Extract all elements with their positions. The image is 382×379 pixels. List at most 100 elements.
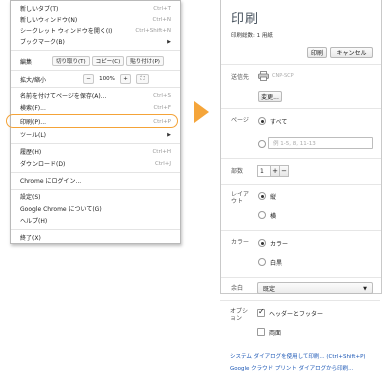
zoom-out-button[interactable]: − — [83, 74, 94, 84]
pages-all-label: すべて — [270, 119, 288, 126]
menu-item-exit[interactable]: 終了(X) — [11, 232, 180, 243]
menu-item-shortcut: Ctrl+N — [152, 16, 171, 23]
menu-item-incognito[interactable]: シークレット ウィンドウを開く(I) Ctrl+Shift+N — [11, 25, 180, 36]
cloud-print-link[interactable]: Google クラウド プリント ダイアログから印刷... — [230, 364, 353, 372]
cut-button[interactable]: 切り取り(T) — [52, 56, 90, 66]
menu-separator — [11, 50, 180, 51]
layout-portrait-radio[interactable] — [258, 192, 266, 200]
layout-landscape-radio[interactable] — [258, 211, 266, 219]
section-divider — [221, 108, 381, 109]
layout-landscape-label: 横 — [270, 213, 277, 220]
margins-select[interactable]: 既定 ▼ — [257, 282, 373, 294]
menu-item-about[interactable]: Google Chrome について(G) — [11, 203, 180, 214]
menu-item-label: 名前を付けてページを保存(A)... — [20, 93, 107, 100]
menu-edit-row: 編集 切り取り(T) コピー(C) 貼り付け(P) — [11, 54, 180, 68]
menu-item-label: Chrome にログイン... — [20, 178, 82, 185]
zoom-in-button[interactable]: + — [120, 74, 131, 84]
section-divider — [221, 230, 381, 231]
page-title: 印刷 — [231, 12, 260, 27]
copy-button[interactable]: コピー(C) — [91, 56, 125, 66]
pages-range-radio[interactable] — [258, 140, 266, 148]
menu-item-new-window[interactable]: 新しいウィンドウ(N) Ctrl+N — [11, 14, 180, 25]
color-label: カラー — [231, 239, 250, 246]
menu-item-tools[interactable]: ツール(L) ▶ — [11, 129, 180, 140]
printer-icon — [258, 71, 269, 81]
cancel-button[interactable]: キャンセル — [330, 47, 373, 58]
menu-item-new-tab[interactable]: 新しいタブ(T) Ctrl+T — [11, 3, 180, 14]
menu-item-shortcut: Ctrl+S — [153, 92, 171, 99]
destination-label: 送信先 — [231, 74, 250, 81]
change-destination-button[interactable]: 変更... — [258, 91, 282, 102]
section-divider — [221, 64, 381, 65]
menu-item-label: 新しいタブ(T) — [20, 6, 59, 13]
menu-item-label: ダウンロード(D) — [20, 161, 66, 168]
menu-item-label: ヘルプ(H) — [20, 218, 48, 225]
layout-portrait-label: 縦 — [270, 194, 277, 201]
menu-item-label: Google Chrome について(G) — [20, 206, 102, 213]
print-summary: 印刷総数: 1 用紙 — [231, 33, 273, 39]
menu-zoom-row: 拡大/縮小 − 100% + ⛶ — [11, 72, 180, 86]
menu-separator — [11, 189, 180, 190]
copies-increment-button[interactable]: + — [271, 165, 280, 177]
menu-separator — [11, 87, 180, 88]
zoom-label: 拡大/縮小 — [20, 76, 47, 84]
menu-item-label: 設定(S) — [20, 194, 41, 201]
chevron-down-icon: ▼ — [363, 286, 367, 292]
section-divider — [221, 277, 381, 278]
menu-item-label: 検索(F)... — [20, 105, 46, 112]
duplex-label: 両面 — [269, 330, 282, 337]
menu-separator — [11, 70, 180, 71]
pages-range-input[interactable]: 例 1-5, 8, 11-13 — [268, 137, 373, 149]
menu-item-settings[interactable]: 設定(S) — [11, 191, 180, 202]
menu-separator — [11, 143, 180, 144]
menu-item-label: ツール(L) — [20, 132, 47, 139]
menu-item-label: シークレット ウィンドウを開く(I) — [20, 28, 113, 35]
arrow-right-icon — [194, 101, 209, 123]
print-button[interactable]: 印刷 — [307, 47, 327, 58]
section-divider — [221, 184, 381, 185]
options-label: オプション — [230, 308, 249, 322]
pages-label: ページ — [231, 117, 249, 124]
fullscreen-icon[interactable]: ⛶ — [136, 74, 149, 84]
menu-item-bookmarks[interactable]: ブックマーク(B) ▶ — [11, 36, 180, 47]
copies-label: 部数 — [231, 168, 244, 175]
menu-item-shortcut: Ctrl+H — [152, 148, 171, 155]
submenu-arrow-icon: ▶ — [167, 38, 171, 45]
menu-separator — [11, 229, 180, 230]
menu-item-label: ブックマーク(B) — [20, 39, 65, 46]
zoom-level: 100% — [99, 76, 115, 82]
headers-footers-checkbox[interactable] — [257, 307, 265, 317]
edit-label: 編集 — [20, 58, 33, 66]
bw-radio[interactable] — [258, 258, 266, 266]
section-divider — [220, 300, 380, 301]
margins-select-value: 既定 — [263, 285, 276, 293]
copies-stepper: 1 + − — [257, 165, 289, 177]
menu-item-find[interactable]: 検索(F)... Ctrl+F — [11, 102, 180, 113]
menu-item-downloads[interactable]: ダウンロード(D) Ctrl+J — [11, 158, 180, 169]
print-settings-panel: 印刷 印刷総数: 1 用紙 印刷 キャンセル 送信先 CNP-SCP 変更...… — [220, 0, 382, 379]
system-dialog-link[interactable]: システム ダイアログを使用して印刷... (Ctrl+Shift+P) — [230, 352, 366, 360]
menu-separator — [11, 172, 180, 173]
menu-item-shortcut: Ctrl+J — [154, 160, 171, 167]
headers-footers-label: ヘッダーとフッター — [269, 311, 324, 318]
menu-item-label: 履歴(H) — [20, 149, 42, 156]
margins-label: 余白 — [231, 285, 244, 292]
submenu-arrow-icon: ▶ — [167, 131, 171, 138]
menu-item-label: 新しいウィンドウ(N) — [20, 17, 78, 24]
paste-button[interactable]: 貼り付け(P) — [126, 56, 164, 66]
color-radio[interactable] — [258, 239, 266, 247]
menu-item-sign-in[interactable]: Chrome にログイン... — [11, 175, 180, 186]
menu-item-shortcut: Ctrl+F — [153, 104, 171, 111]
print-settings-box: 印刷 印刷総数: 1 用紙 印刷 キャンセル 送信先 CNP-SCP 変更...… — [220, 0, 382, 294]
copies-decrement-button[interactable]: − — [280, 165, 289, 177]
menu-item-help[interactable]: ヘルプ(H) — [11, 215, 180, 226]
section-divider — [221, 158, 381, 159]
print-item-highlight — [6, 114, 178, 128]
duplex-checkbox[interactable] — [257, 328, 265, 336]
pages-all-radio[interactable] — [258, 117, 266, 125]
printer-name: CNP-SCP — [272, 73, 294, 79]
copies-input[interactable]: 1 — [257, 165, 271, 177]
menu-item-save-page[interactable]: 名前を付けてページを保存(A)... Ctrl+S — [11, 90, 180, 101]
menu-item-history[interactable]: 履歴(H) Ctrl+H — [11, 146, 180, 157]
layout-label: レイアウト — [231, 191, 250, 205]
